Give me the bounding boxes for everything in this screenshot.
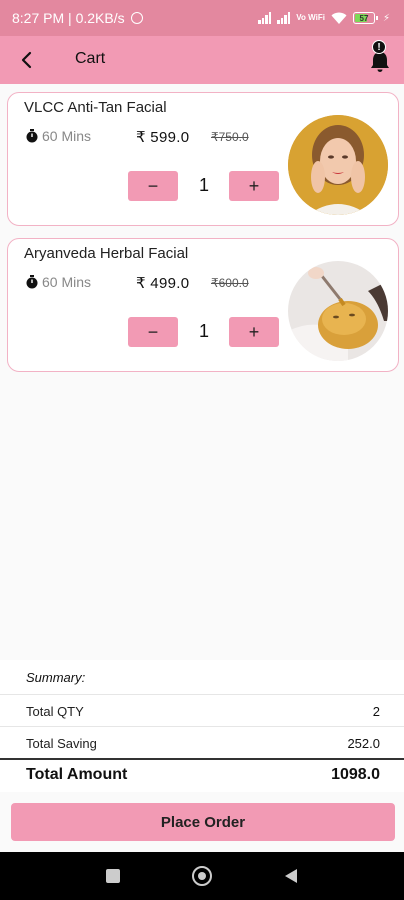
facial-mask-image: [288, 261, 388, 361]
alarm-icon: [130, 12, 143, 24]
home-button[interactable]: [192, 866, 212, 886]
system-nav-bar: [0, 852, 404, 900]
back-triangle-icon[interactable]: [283, 868, 299, 884]
battery-level: 57: [359, 13, 369, 23]
item-mrp: ₹600.0: [211, 276, 249, 290]
notification-badge: !: [372, 40, 386, 54]
order-summary: Summary: Total QTY 2 Total Saving 252.0 …: [0, 660, 404, 792]
total-qty-row: Total QTY 2: [0, 694, 404, 726]
total-qty-label: Total QTY: [26, 704, 84, 719]
total-amount-value: 1098.0: [331, 766, 380, 783]
decrease-qty-button[interactable]: −: [128, 317, 178, 347]
total-saving-label: Total Saving: [26, 736, 97, 751]
stopwatch-icon: [26, 129, 38, 143]
item-price: ₹ 599.0: [136, 129, 190, 146]
item-name: VLCC Anti-Tan Facial: [24, 99, 167, 116]
notification-button[interactable]: !: [368, 40, 392, 74]
cart-item: VLCC Anti-Tan Facial 60 Mins ₹ 599.0 ₹75…: [7, 92, 399, 226]
duration-text: 60 Mins: [42, 128, 92, 144]
total-saving-value: 252.0: [347, 736, 380, 751]
volte-wifi-label: Vo WiFi: [296, 13, 325, 22]
total-qty-value: 2: [372, 704, 380, 719]
total-saving-row: Total Saving 252.0: [0, 726, 404, 758]
page-title: Cart: [75, 50, 106, 67]
duration-text: 60 Mins: [42, 274, 92, 290]
status-bar: 8:27 PM | 0.2KB/s Vo WiFi 57 ⚡: [0, 0, 404, 36]
wifi-icon: [331, 12, 347, 24]
charging-icon: ⚡: [382, 12, 390, 24]
model-face-image: [288, 115, 388, 215]
stopwatch-icon: [26, 275, 38, 289]
signal-icon-2: [277, 12, 291, 24]
back-button[interactable]: [12, 46, 40, 74]
item-qty: 1: [198, 175, 209, 195]
place-order-button[interactable]: Place Order: [11, 803, 395, 841]
item-duration: 60 Mins: [25, 274, 91, 290]
app-bar: Cart !: [0, 36, 404, 84]
total-amount-row: Total Amount 1098.0: [0, 758, 404, 790]
item-duration: 60 Mins: [25, 128, 91, 144]
total-amount-label: Total Amount: [26, 766, 128, 783]
status-time: 8:27 PM | 0.2KB/s: [12, 10, 125, 26]
item-qty: 1: [198, 321, 209, 341]
increase-qty-button[interactable]: +: [229, 317, 279, 347]
item-name: Aryanveda Herbal Facial: [24, 245, 189, 262]
item-image: [288, 261, 388, 361]
cart-item: Aryanveda Herbal Facial 60 Mins ₹ 499.0 …: [7, 238, 399, 372]
summary-label: Summary:: [26, 670, 86, 685]
back-arrow-icon: [21, 51, 32, 69]
item-image: [288, 115, 388, 215]
decrease-qty-button[interactable]: −: [128, 171, 178, 201]
item-price: ₹ 499.0: [136, 275, 190, 292]
item-mrp: ₹750.0: [211, 130, 249, 144]
status-icons: Vo WiFi 57 ⚡: [258, 0, 390, 36]
recents-button[interactable]: [106, 869, 120, 883]
battery-icon: 57: [352, 12, 378, 24]
increase-qty-button[interactable]: +: [229, 171, 279, 201]
signal-icon: [258, 12, 272, 24]
